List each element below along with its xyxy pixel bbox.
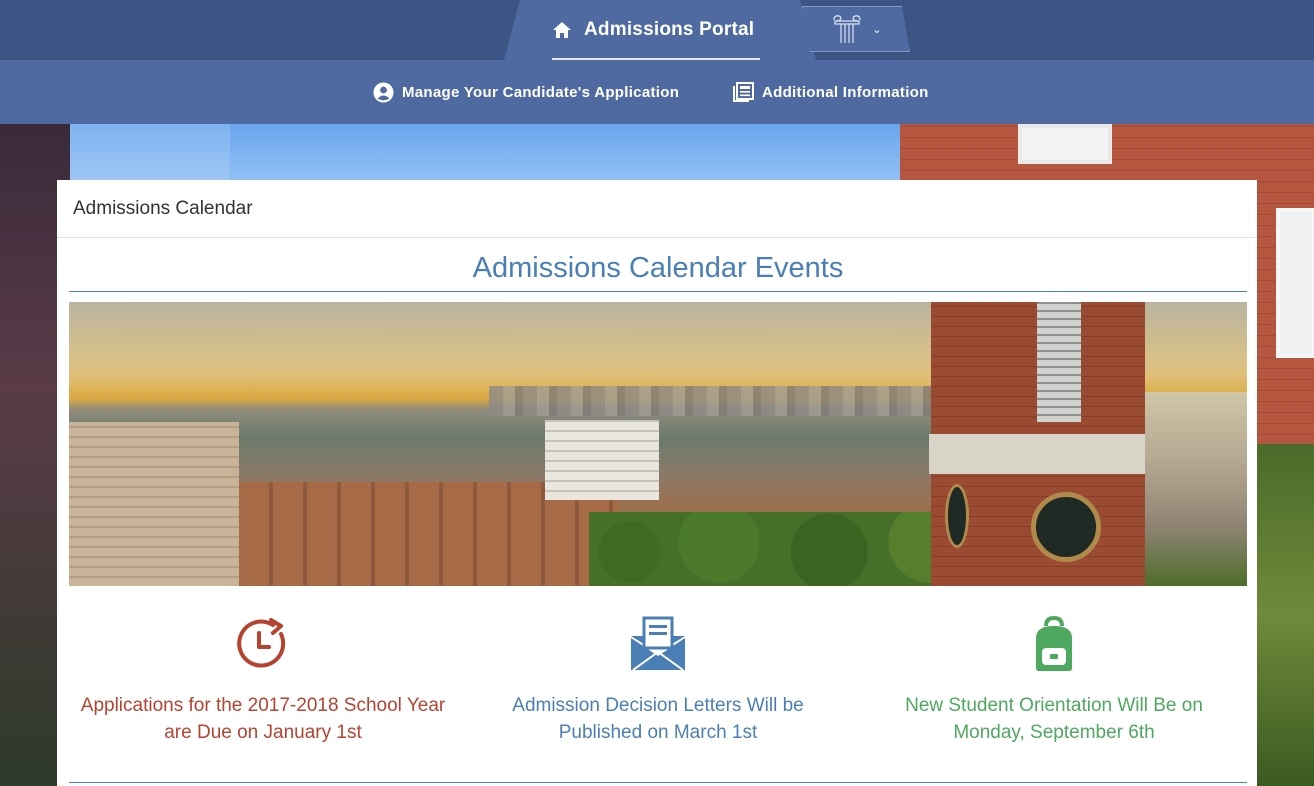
banner-clock-face: [945, 484, 969, 548]
admissions-portal-tab[interactable]: Admissions Portal: [504, 0, 816, 60]
backpack-icon: [1036, 616, 1072, 671]
event-orientation-text: New Student Orientation Will Be on Monda…: [905, 695, 1203, 743]
event-decision-letters: Admission Decision Letters Will be Publi…: [458, 616, 858, 746]
event-decision-letters-text: Admission Decision Letters Will be Publi…: [512, 695, 804, 743]
background-ivy: [1256, 444, 1314, 786]
banner-trees: [589, 512, 969, 586]
institution-menu-button[interactable]: ⌄: [802, 6, 910, 52]
calendar-events-row: Applications for the 2017-2018 School Ye…: [57, 616, 1257, 766]
banner-city: [1145, 392, 1247, 586]
user-circle-icon: [373, 82, 394, 102]
banner-tower-band: [929, 434, 1149, 474]
event-applications-due: Applications for the 2017-2018 School Ye…: [63, 616, 463, 746]
nav-additional-information[interactable]: Additional Information: [733, 80, 929, 104]
banner-building: [69, 422, 239, 586]
background-window: [1018, 124, 1112, 164]
clock-arrow-icon: [237, 618, 286, 668]
home-icon: [553, 22, 571, 38]
nav-manage-application[interactable]: Manage Your Candidate's Application: [373, 80, 679, 104]
card-header: Admissions Calendar: [57, 180, 1257, 238]
background-sky: [230, 124, 910, 180]
events-title: Admissions Calendar Events: [69, 252, 1247, 292]
top-navigation-bar: Admissions Portal ⌄: [0, 0, 1314, 60]
open-envelope-icon: [631, 616, 685, 671]
section-divider: [69, 782, 1247, 783]
column-logo-icon: [833, 15, 862, 43]
chevron-down-icon: ⌄: [872, 22, 882, 36]
banner-skyline: [489, 386, 949, 416]
newspaper-icon: [733, 82, 754, 102]
banner-building: [545, 420, 659, 500]
nav-additional-information-label: Additional Information: [762, 83, 929, 101]
banner-clock-face: [1031, 492, 1101, 562]
background-window: [1276, 208, 1314, 358]
portal-title: Admissions Portal: [584, 19, 755, 40]
event-orientation: New Student Orientation Will Be on Monda…: [854, 616, 1254, 746]
campus-banner-image: [69, 302, 1247, 586]
sub-navigation-bar: Manage Your Candidate's Application Addi…: [0, 60, 1314, 124]
banner-tower-louver: [1037, 302, 1081, 422]
event-applications-due-text: Applications for the 2017-2018 School Ye…: [80, 695, 446, 743]
nav-manage-application-label: Manage Your Candidate's Application: [402, 83, 680, 101]
admissions-calendar-card: Admissions Calendar Admissions Calendar …: [57, 180, 1257, 786]
